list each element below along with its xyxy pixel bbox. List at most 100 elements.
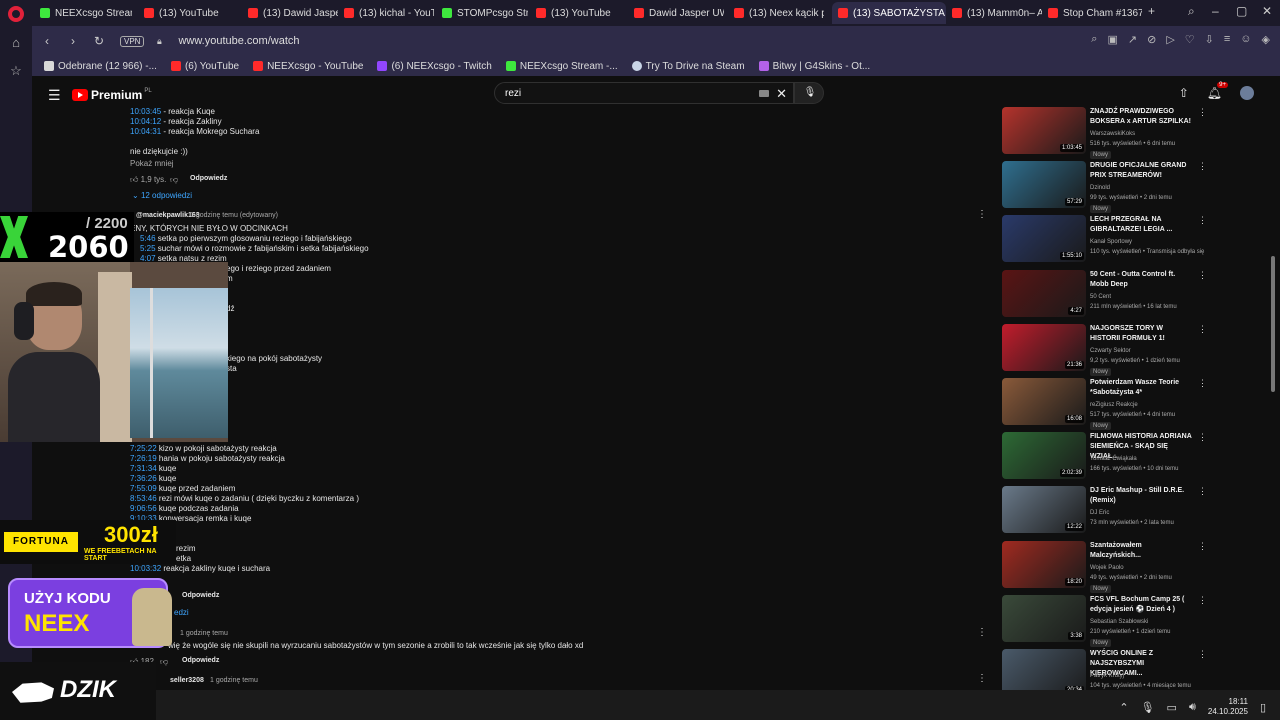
url-field[interactable]: www.youtube.com/watch xyxy=(178,35,299,47)
browser-tab[interactable]: NEEXcsgo Stream - W xyxy=(34,2,132,24)
clock[interactable]: 18:11 24.10.2025 xyxy=(1208,697,1248,717)
recommendation-item[interactable]: 12:22 DJ Eric Mashup - Still D.R.E. (Remi… xyxy=(1002,486,1212,536)
voice-search-button[interactable]: 🎙︎ xyxy=(800,83,820,103)
reply-button[interactable]: Odpowiedz xyxy=(182,657,219,664)
comment-author[interactable]: seller3208 xyxy=(170,677,204,684)
download-icon[interactable]: ⇩ xyxy=(1205,33,1214,46)
timestamp-link[interactable]: 5:25 xyxy=(140,244,156,253)
video-thumbnail[interactable]: 1:55:10 xyxy=(1002,215,1086,262)
timestamp-link[interactable]: 7:26:19 xyxy=(130,454,157,463)
like-button[interactable]: 👍︎ 1,9 tys. xyxy=(130,175,166,185)
close-window-icon[interactable]: ✕ xyxy=(1262,4,1272,18)
comment-menu-icon[interactable]: ⋮ xyxy=(977,209,987,220)
forward-icon[interactable]: › xyxy=(62,34,84,48)
chevron-up-icon[interactable]: ⌃ xyxy=(1119,701,1128,714)
video-menu-icon[interactable]: ⋮ xyxy=(1198,270,1207,281)
recommendation-item[interactable]: 57:29 DRUGIE OFICJALNE GRAND PRIX STREAME… xyxy=(1002,161,1212,213)
reload-icon[interactable]: ↻ xyxy=(88,34,110,48)
replies-toggle[interactable]: edzi xyxy=(174,608,189,617)
video-title[interactable]: Szantażowałem Malczyńskich... xyxy=(1090,541,1194,561)
reply-button[interactable]: Odpowiedz xyxy=(190,175,227,182)
search-input[interactable]: rezi ✕ xyxy=(494,82,794,104)
video-title[interactable]: 50 Cent - Outta Control ft. Mobb Deep xyxy=(1090,270,1194,290)
channel-name[interactable]: Sebastian Szabłowski xyxy=(1090,619,1148,625)
scrollbar[interactable] xyxy=(1270,112,1276,712)
share-icon[interactable]: ↗ xyxy=(1128,33,1137,46)
channel-name[interactable]: Dzinold xyxy=(1090,185,1110,191)
comment-menu-icon[interactable]: ⋮ xyxy=(977,627,987,638)
video-menu-icon[interactable]: ⋮ xyxy=(1198,541,1207,552)
bookmark-item[interactable]: NEEXcsgo Stream -... xyxy=(505,61,618,72)
video-title[interactable]: Potwierdzam Wasze Teorie *Sabotażysta 4* xyxy=(1090,378,1194,398)
snapshot-icon[interactable]: ▣ xyxy=(1107,33,1117,46)
player-icon[interactable]: ▷ xyxy=(1166,33,1174,46)
recommendation-item[interactable]: 16:08 Potwierdzam Wasze Teorie *Sabotażys… xyxy=(1002,378,1212,430)
channel-name[interactable]: reZigiusz Reakcje xyxy=(1090,402,1138,408)
volume-icon[interactable]: 🔊︎ xyxy=(1189,701,1196,714)
video-menu-icon[interactable]: ⋮ xyxy=(1198,432,1207,443)
channel-name[interactable]: Wojek Paolo xyxy=(1090,565,1124,571)
timestamp-link[interactable]: 8:53:46 xyxy=(130,494,157,503)
comment-menu-icon[interactable]: ⋮ xyxy=(977,673,987,684)
channel-name[interactable]: WarszawskiKoks xyxy=(1090,131,1135,137)
channel-name[interactable]: Kanał Sportowy xyxy=(1090,239,1132,245)
timestamp-link[interactable]: 5:46 xyxy=(140,234,156,243)
network-icon[interactable]: ▭ xyxy=(1167,701,1177,714)
browser-tab[interactable]: (13) YouTube xyxy=(138,2,236,24)
minimize-icon[interactable]: – xyxy=(1212,4,1219,18)
timestamp-link[interactable]: 10:04:12 xyxy=(130,117,161,126)
channel-name[interactable]: 50 Cent xyxy=(1090,294,1111,300)
browser-tab[interactable]: (13) kichal - YouTube xyxy=(338,2,434,24)
show-less-link[interactable]: Pokaż mniej xyxy=(130,159,174,168)
browser-tab[interactable]: (13) YouTube xyxy=(530,2,626,24)
profile-icon[interactable]: ☺ xyxy=(1240,33,1251,46)
browser-tab[interactable]: Dawid Jasper UWIEL xyxy=(628,2,724,24)
upload-icon[interactable]: ⇧ xyxy=(1179,86,1189,100)
recommendation-item[interactable]: 21:36 NAJGORSZE TORY W HISTORII FORMUŁY 1… xyxy=(1002,324,1212,376)
channel-name[interactable]: DJ Eric xyxy=(1090,510,1109,516)
video-title[interactable]: NAJGORSZE TORY W HISTORII FORMUŁY 1! xyxy=(1090,324,1194,344)
timestamp-link[interactable]: 10:04:31 xyxy=(130,127,161,136)
channel-name[interactable]: Tomasz Ćwiąkała xyxy=(1090,456,1137,462)
recommendation-item[interactable]: 1:03:45 ZNAJDŹ PRAWDZIWEGO BOKSERA x ARTU… xyxy=(1002,107,1212,159)
star-icon[interactable]: ☆ xyxy=(7,62,25,80)
microphone-icon[interactable]: 🎙︎ xyxy=(1141,701,1155,714)
video-menu-icon[interactable]: ⋮ xyxy=(1198,324,1207,335)
video-menu-icon[interactable]: ⋮ xyxy=(1198,161,1207,172)
video-thumbnail[interactable]: 2:02:39 xyxy=(1002,432,1086,479)
video-thumbnail[interactable]: 4:27 xyxy=(1002,270,1086,317)
browser-tab-active[interactable]: (13) SABOTAŻYSTA 4 xyxy=(832,2,946,24)
recommendation-item[interactable]: 1:55:10 LECH PRZEGRAŁ NA GIBRALTARZE! LEG… xyxy=(1002,215,1212,265)
browser-tab[interactable]: (13) Dawid Jasper UW xyxy=(242,2,338,24)
video-title[interactable]: ZNAJDŹ PRAWDZIWEGO BOKSERA x ARTUR SZPIL… xyxy=(1090,107,1194,127)
bookmark-item[interactable]: Odebrane (12 966) -... xyxy=(44,61,157,72)
timestamp-link[interactable]: 10:03:45 xyxy=(130,107,161,116)
video-menu-icon[interactable]: ⋮ xyxy=(1198,595,1207,606)
timestamp-link[interactable]: 7:55:09 xyxy=(130,484,157,493)
back-icon[interactable]: ‹ xyxy=(36,34,58,48)
bookmark-item[interactable]: Bitwy | G4Skins - Ot... xyxy=(758,61,870,72)
youtube-logo[interactable]: Premium PL xyxy=(72,88,152,102)
clear-search-icon[interactable]: ✕ xyxy=(776,86,787,102)
timestamp-link[interactable]: 9:06:56 xyxy=(130,504,157,513)
heart-icon[interactable]: ♡ xyxy=(1185,33,1195,46)
opera-logo-icon[interactable] xyxy=(8,6,24,22)
video-thumbnail[interactable]: 18:20 xyxy=(1002,541,1086,588)
browser-tab[interactable]: (13) Neex kącik piłka xyxy=(728,2,824,24)
easy-setup-icon[interactable]: ≡ xyxy=(1224,33,1230,46)
video-thumbnail[interactable]: 21:36 xyxy=(1002,324,1086,371)
video-title[interactable]: FCS VFL Bochum Camp 25 ( edycja jesień ⚽… xyxy=(1090,595,1194,615)
dislike-button[interactable]: 👎︎ xyxy=(170,175,178,185)
video-thumbnail[interactable]: 57:29 xyxy=(1002,161,1086,208)
vpn-badge[interactable]: VPN xyxy=(120,35,145,47)
home-icon[interactable]: ⌂ xyxy=(7,34,25,52)
bookmark-item[interactable]: NEEXcsgo - YouTube xyxy=(253,61,363,72)
video-menu-icon[interactable]: ⋮ xyxy=(1198,649,1207,660)
channel-name[interactable]: Czwarty Sektor xyxy=(1090,348,1131,354)
search-page-icon[interactable]: ⌕ xyxy=(1091,33,1097,46)
video-title[interactable]: DRUGIE OFICJALNE GRAND PRIX STREAMERÓW! xyxy=(1090,161,1194,181)
avatar[interactable] xyxy=(1240,86,1254,100)
scrollbar-thumb[interactable] xyxy=(1271,256,1275,392)
video-thumbnail[interactable]: 12:22 xyxy=(1002,486,1086,533)
bookmark-item[interactable]: (6) NEEXcsgo - Twitch xyxy=(377,61,492,72)
